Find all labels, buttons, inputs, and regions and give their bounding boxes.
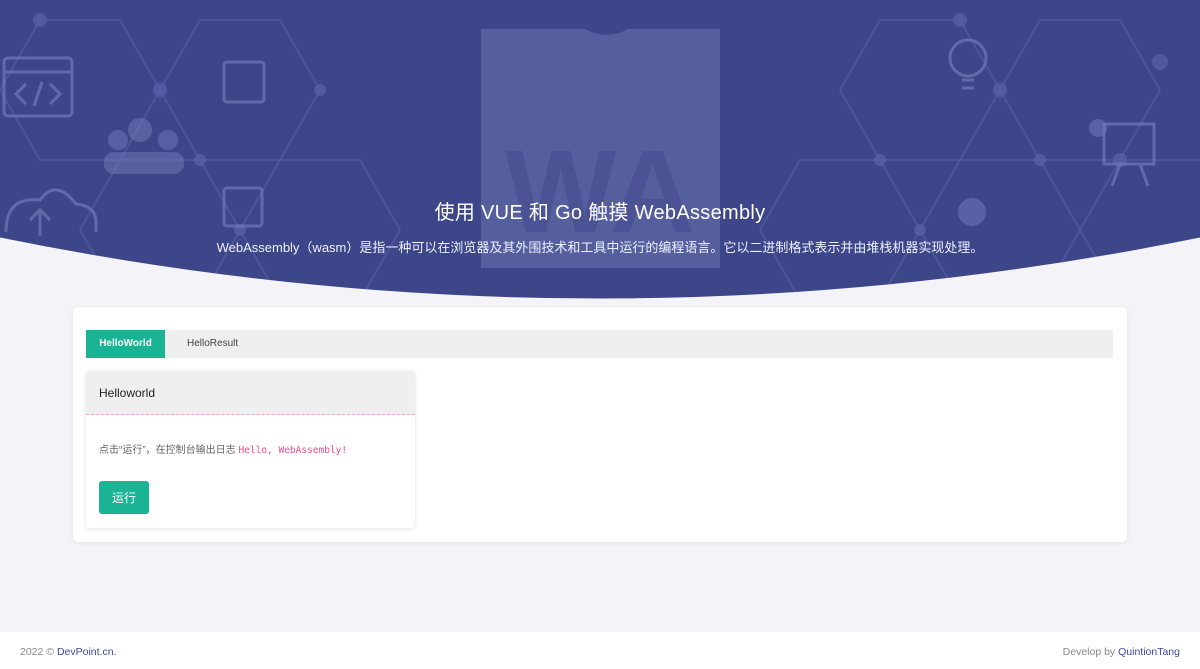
helloworld-panel: Helloworld 点击“运行”，在控制台输出日志 Hello, WebAss…: [86, 371, 415, 528]
footer-develop-prefix: Develop by: [1062, 646, 1116, 658]
run-button[interactable]: 运行: [99, 481, 149, 514]
footer-year: 2022 ©: [20, 646, 55, 658]
footer-developer: Develop by QuintionTang: [1063, 646, 1180, 658]
footer: 2022 © DevPoint.cn. Develop by QuintionT…: [0, 632, 1200, 669]
tab-bar: HelloWorld HelloResult: [86, 330, 1113, 358]
hero-background: WA: [0, 0, 1200, 300]
panel-description: 点击“运行”，在控制台输出日志 Hello, WebAssembly!: [99, 441, 347, 456]
panel-code-snippet: Hello, WebAssembly!: [238, 445, 348, 456]
footer-developer-link[interactable]: QuintionTang: [1118, 646, 1180, 658]
footer-copyright: 2022 © DevPoint.cn.: [20, 646, 116, 658]
main-card: HelloWorld HelloResult Helloworld 点击“运行”…: [73, 307, 1127, 542]
panel-title: Helloworld: [86, 371, 415, 415]
hero-banner: WA 使用 VUE 和 Go 触摸 WebAssembly WebAssembl…: [0, 0, 1200, 310]
panel-description-text: 点击“运行”，在控制台输出日志: [99, 445, 236, 456]
wasm-logo: WA: [481, 29, 720, 268]
tab-helloworld[interactable]: HelloWorld: [86, 330, 165, 358]
footer-site-link[interactable]: DevPoint.cn.: [57, 646, 117, 658]
tab-helloresult[interactable]: HelloResult: [165, 330, 251, 358]
hero-title: 使用 VUE 和 Go 触摸 WebAssembly: [434, 202, 766, 224]
hero-subtitle: WebAssembly（wasm）是指一种可以在浏览器及其外围技术和工具中运行的…: [216, 240, 984, 255]
